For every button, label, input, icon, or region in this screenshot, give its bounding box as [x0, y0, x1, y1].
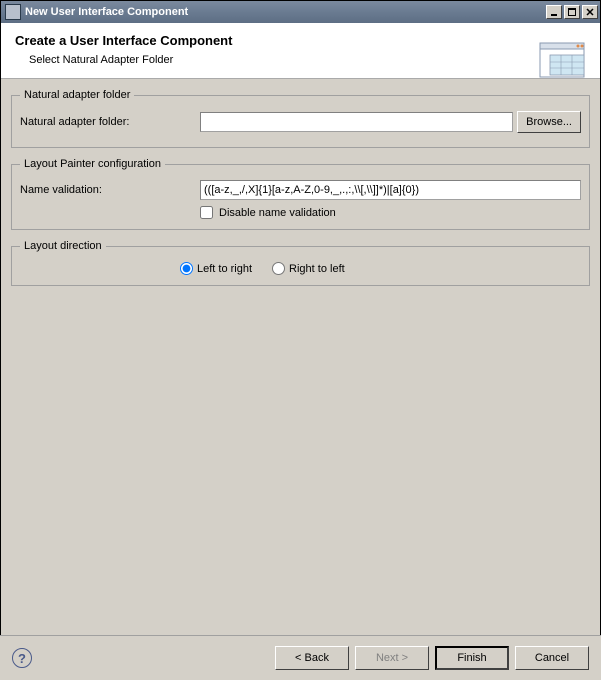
rtl-option[interactable]: Right to left: [272, 262, 345, 275]
group-legend: Layout Painter configuration: [20, 158, 165, 170]
adapter-folder-label: Natural adapter folder:: [20, 116, 200, 128]
group-legend: Natural adapter folder: [20, 89, 134, 101]
layout-direction-group: Layout direction Left to right Right to …: [11, 240, 590, 286]
ltr-radio[interactable]: [180, 262, 193, 275]
cancel-button[interactable]: Cancel: [515, 646, 589, 670]
wizard-banner-icon: [534, 33, 590, 89]
maximize-button[interactable]: [564, 5, 580, 19]
wizard-header: Create a User Interface Component Select…: [1, 23, 600, 79]
back-button[interactable]: < Back: [275, 646, 349, 670]
minimize-button[interactable]: [546, 5, 562, 19]
rtl-label: Right to left: [289, 263, 345, 275]
name-validation-label: Name validation:: [20, 184, 200, 196]
disable-name-validation-checkbox[interactable]: [200, 206, 213, 219]
name-validation-input[interactable]: [200, 180, 581, 200]
ltr-option[interactable]: Left to right: [180, 262, 252, 275]
title-bar: New User Interface Component: [1, 1, 600, 23]
content-area: Natural adapter folder Natural adapter f…: [1, 79, 600, 286]
next-button[interactable]: Next >: [355, 646, 429, 670]
help-icon[interactable]: ?: [12, 648, 32, 668]
ltr-label: Left to right: [197, 263, 252, 275]
natural-adapter-folder-group: Natural adapter folder Natural adapter f…: [11, 89, 590, 148]
adapter-folder-input[interactable]: [200, 112, 513, 132]
finish-button[interactable]: Finish: [435, 646, 509, 670]
disable-name-validation-label: Disable name validation: [219, 207, 336, 219]
page-subtitle: Select Natural Adapter Folder: [15, 54, 586, 66]
rtl-radio[interactable]: [272, 262, 285, 275]
layout-painter-config-group: Layout Painter configuration Name valida…: [11, 158, 590, 230]
window-title: New User Interface Component: [25, 6, 546, 18]
group-legend: Layout direction: [20, 240, 106, 252]
window-controls: [546, 5, 598, 19]
close-button[interactable]: [582, 5, 598, 19]
wizard-footer: ? < Back Next > Finish Cancel: [0, 635, 601, 680]
page-title: Create a User Interface Component: [15, 33, 586, 48]
app-icon: [5, 4, 21, 20]
browse-button[interactable]: Browse...: [517, 111, 581, 133]
